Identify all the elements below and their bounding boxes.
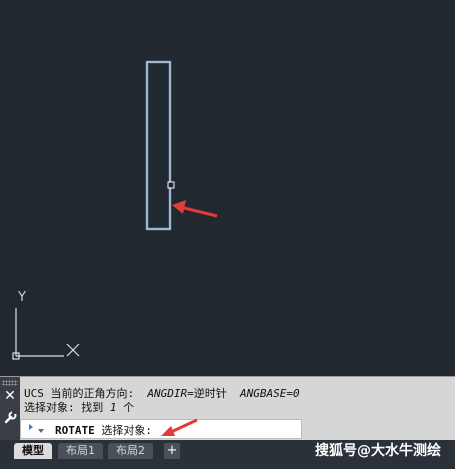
grip-point[interactable]	[167, 181, 175, 189]
command-input[interactable]: ROTATE 选择对象:	[20, 418, 302, 439]
command-line-toolbar: ✕	[0, 377, 20, 441]
tab-layout1[interactable]: 布局1	[58, 443, 103, 459]
close-icon[interactable]: ✕	[3, 389, 17, 403]
command-line-panel[interactable]: ✕ UCS 当前的正角方向: ANGDIR=逆时针 ANGBASE=0 选择对象…	[0, 376, 455, 441]
ucs-y-label: Y	[18, 290, 26, 305]
history-line-2: 选择对象: 找到 1 个	[24, 401, 135, 414]
command-prompt-icon[interactable]	[27, 421, 47, 435]
command-text: ROTATE 选择对象:	[55, 424, 152, 437]
drag-handle[interactable]	[2, 380, 18, 386]
wrench-icon[interactable]	[2, 409, 18, 425]
watermark: 搜狐号@大水牛测绘	[315, 443, 441, 459]
tab-layout2[interactable]: 布局2	[108, 443, 153, 459]
history-line-1: UCS 当前的正角方向: ANGDIR=逆时针 ANGBASE=0	[24, 387, 300, 400]
ucs-icon	[12, 308, 80, 360]
command-history: UCS 当前的正角方向: ANGDIR=逆时针 ANGBASE=0 选择对象: …	[24, 387, 451, 415]
annotation-arrow	[172, 200, 218, 218]
command-annotation-arrow	[161, 418, 198, 436]
selected-rectangle[interactable]	[145, 60, 172, 231]
layout-tab-bar: 模型 布局1 布局2 + 搜狐号@大水牛测绘	[0, 440, 455, 469]
model-space-drawing[interactable]	[0, 0, 455, 376]
drawing-canvas[interactable]: Y	[0, 0, 455, 376]
tab-model[interactable]: 模型	[14, 443, 52, 459]
add-layout-button[interactable]: +	[164, 443, 180, 459]
